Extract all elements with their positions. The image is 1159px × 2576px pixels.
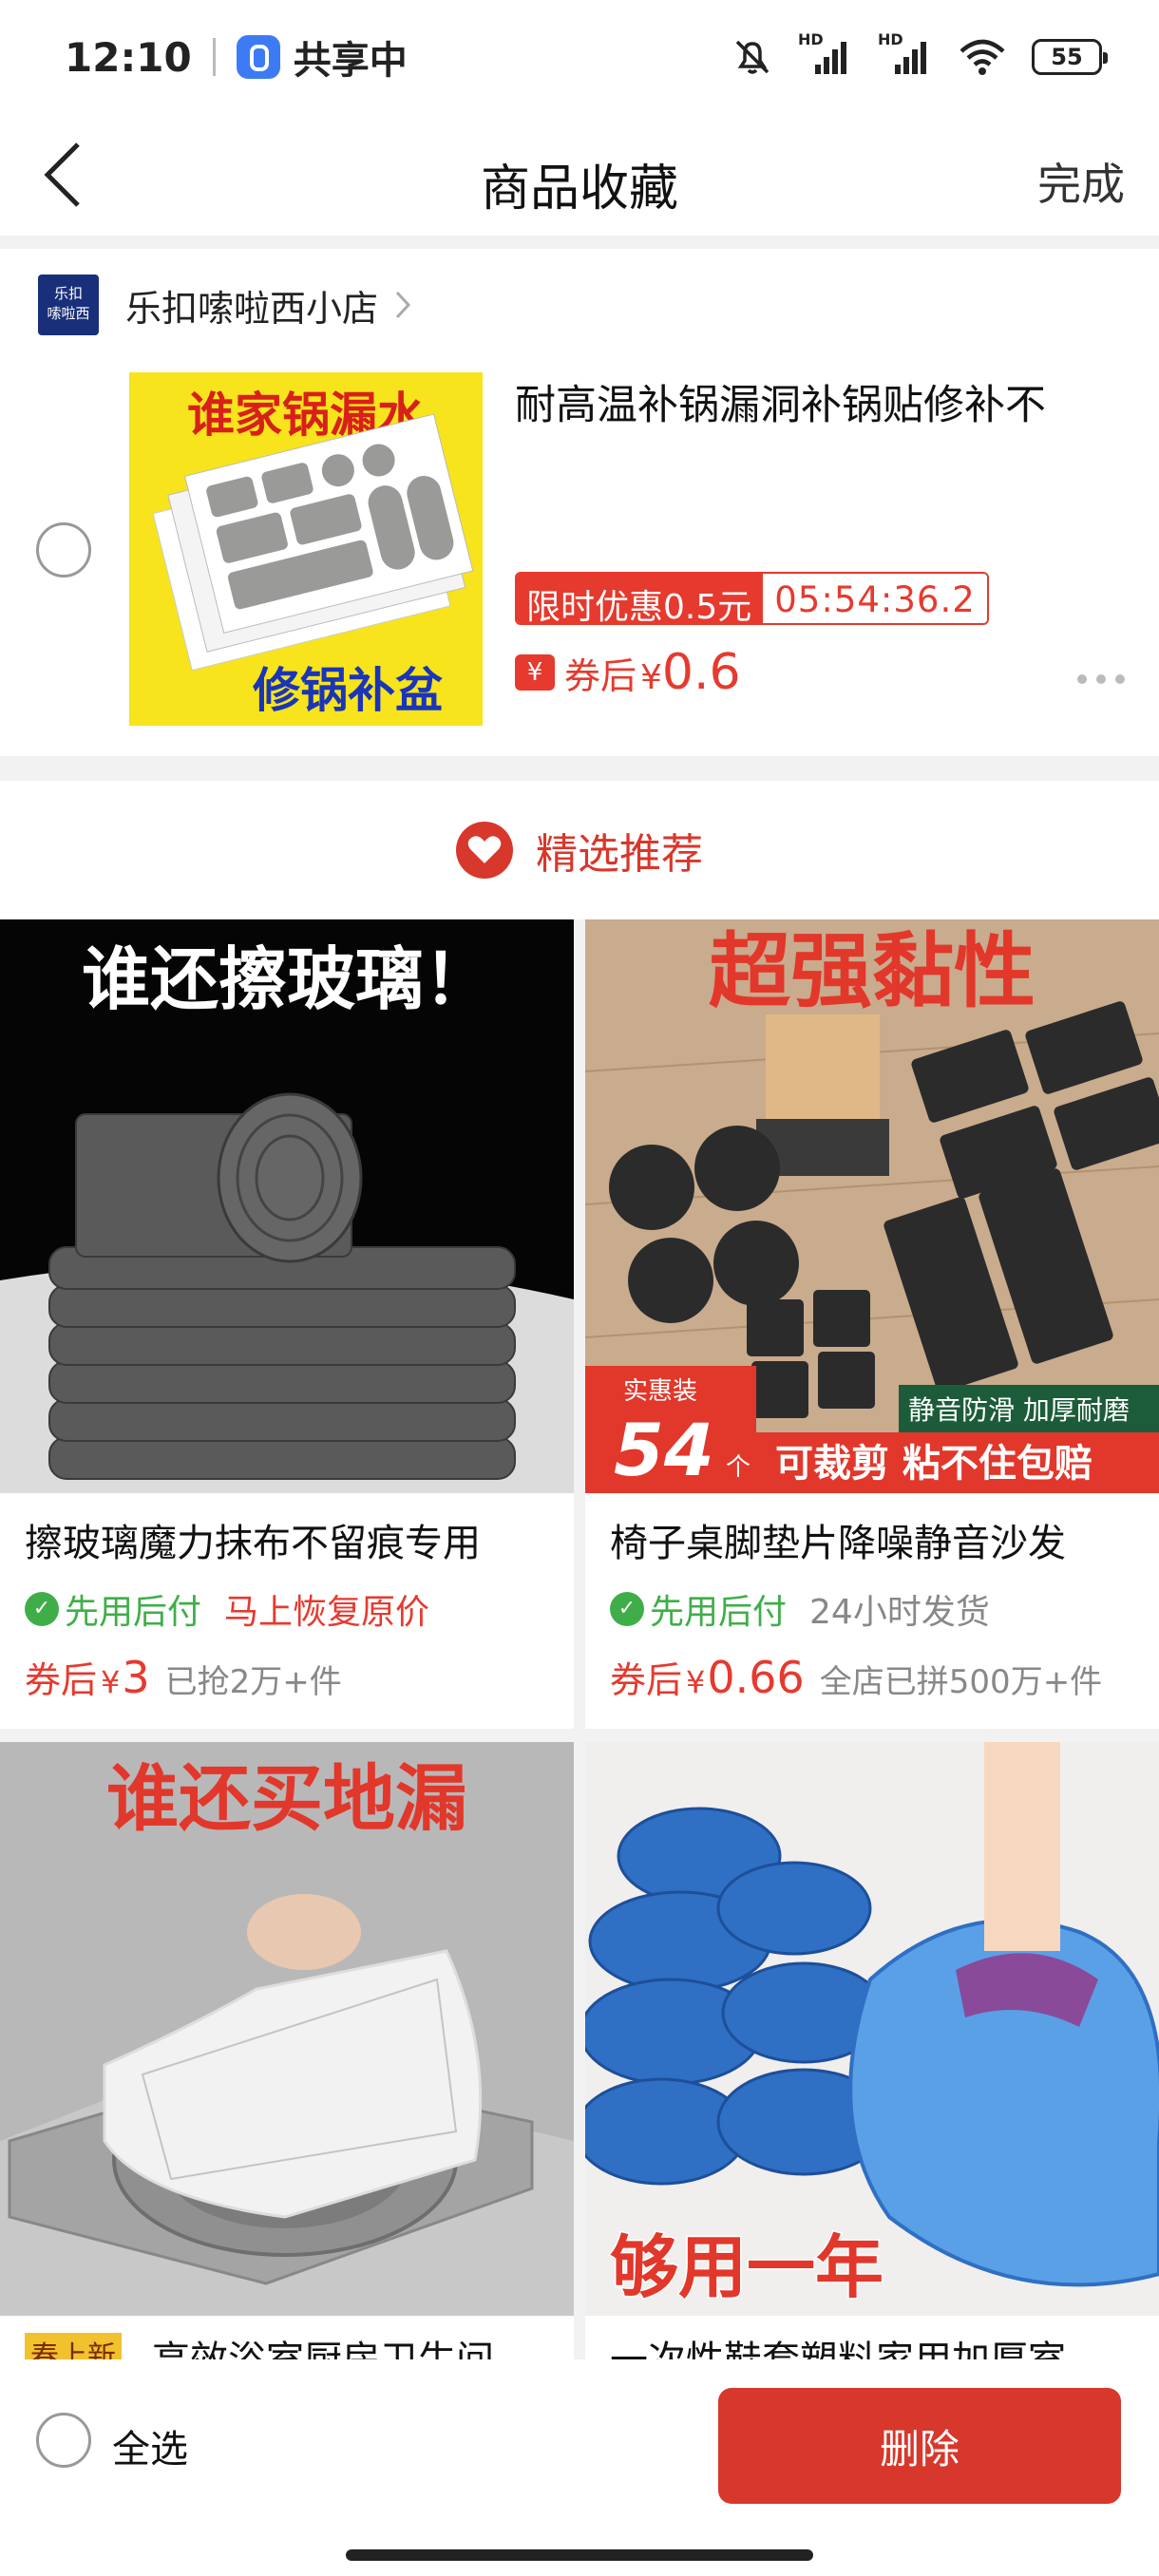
favorite-item-card: 乐扣 嗦啦西 乐扣嗦啦西小店 谁家锅漏水 修锅补盆 耐高温补锅漏洞补锅贴修补不 … [0,249,1159,756]
product-title[interactable]: 耐高温补锅漏洞补锅贴修补不 [515,372,1123,431]
image-strip-text: 可裁剪 粘不住包赔 [775,1442,1092,1486]
bottom-action-bar: 全选 删除 [0,2359,1159,2576]
sales-count: 已抢2万+件 [164,1663,342,1701]
item-select-radio[interactable] [36,522,91,578]
product-card[interactable]: 超强黏性 实惠装 54 个 可裁剪 粘不住包赔 静音防滑 加厚耐磨 椅子桌脚垫片… [585,919,1159,1729]
product-title: 擦玻璃魔力抹布不留痕专用 [25,1522,481,1565]
product-image[interactable]: 够用一年 [585,1742,1159,2316]
image-headline: 超强黏性 [709,924,1036,1019]
image-corner-text: 静音防滑 加厚耐磨 [908,1394,1130,1426]
sales-count: 全店已拼500万+件 [819,1663,1103,1701]
price-value: 0.6 [661,644,741,701]
shop-link[interactable]: 乐扣 嗦啦西 乐扣嗦啦西小店 [38,274,412,336]
thumb-caption: 修锅补盆 [253,663,443,718]
product-title: 高效浴室厨房卫生间 [152,2329,551,2359]
screen-share-icon [236,35,280,79]
signal-icon: HD [878,30,933,78]
product-price: 券后 ¥ 0.66 全店已拼500万+件 [610,1651,1102,1703]
chevron-right-icon [393,289,412,321]
image-badge-unit: 个 [726,1453,750,1482]
image-headline: 谁还擦玻璃！ [82,939,492,1019]
promo-countdown: 05:54:36.2 [763,574,987,623]
currency-symbol: ¥ [101,1664,121,1700]
product-title: 一次性鞋套塑料家用加厚室 [610,2329,1142,2359]
page-title: 商品收藏 [480,161,678,218]
product-card[interactable]: 够用一年 一次性鞋套塑料家用加厚室 [585,1742,1159,2359]
product-title: 椅子桌脚垫片降噪静音沙发 [610,1522,1066,1565]
pay-later-tag: 先用后付 [65,1593,202,1632]
pay-later-tag: 先用后付 [650,1593,788,1632]
coupon-price: ¥ 券后 ¥ 0.6 [515,644,741,701]
nav-bar: 商品收藏 完成 [0,114,1159,236]
product-thumbnail[interactable]: 谁家锅漏水 修锅补盆 [129,372,483,726]
promo-label: 限时优惠0.5元 [517,574,764,623]
product-card[interactable]: 谁还买地漏 春上新 高效浴室厨房卫生间 [0,1742,574,2359]
price-label: 券后 [25,1659,98,1701]
image-badge-top: 实惠装 [623,1377,697,1406]
wifi-icon [958,36,1007,78]
done-button[interactable]: 完成 [1037,150,1125,213]
promo-tag: 马上恢复原价 [224,1593,430,1632]
delete-button[interactable]: 删除 [718,2388,1121,2504]
product-price: 券后 ¥ 3 已抢2万+件 [25,1651,342,1703]
image-badge-number: 54 [614,1408,714,1492]
bell-muted-icon [732,36,773,78]
home-indicator[interactable] [346,2549,813,2561]
signal-icon: HD [798,30,853,78]
price-value: 3 [122,1652,150,1703]
currency-symbol: ¥ [686,1664,706,1700]
product-tags: ✓ 先用后付 马上恢复原价 [25,1584,429,1634]
new-arrival-badge: 春上新 [25,2333,122,2359]
select-all-label[interactable]: 全选 [112,2418,188,2473]
image-headline: 够用一年 [610,2227,884,2307]
shop-name: 乐扣嗦啦西小店 [125,287,379,330]
currency-symbol: ¥ [640,658,662,697]
limited-promo: 限时优惠0.5元 05:54:36.2 [515,572,989,625]
pay-later-icon: ✓ [610,1592,644,1626]
signal-hd-label: HD [798,30,824,48]
coupon-ticket-icon: ¥ [515,654,555,691]
product-image[interactable]: 超强黏性 实惠装 54 个 可裁剪 粘不住包赔 静音防滑 加厚耐磨 [585,919,1159,1493]
favorites-page: 12:10 共享中 HD HD 55 商品收藏 完成 乐扣 嗦啦西 乐扣嗦啦西小… [0,0,1159,2576]
status-bar: 12:10 共享中 HD HD 55 [0,0,1159,114]
recommend-header: 精选推荐 [0,781,1159,919]
signal-hd-label: HD [878,30,903,48]
heart-icon [456,822,513,879]
shop-logo-text: 乐扣 [53,285,83,302]
status-icons: HD HD 55 [732,30,1108,78]
product-image[interactable]: 谁还买地漏 [0,1742,574,2316]
coupon-label: 券后 [564,655,637,697]
product-image[interactable]: 谁还擦玻璃！ [0,919,574,1493]
recommend-title: 精选推荐 [536,830,703,879]
price-value: 0.66 [707,1652,805,1703]
product-card[interactable]: 谁还擦玻璃！ 擦玻璃魔力抹布不留痕专用 ✓ 先用后付 马上恢复原价 券后 ¥ 3… [0,919,574,1729]
pay-later-icon: ✓ [25,1592,59,1626]
product-tags: ✓ 先用后付 24小时发货 [610,1584,990,1634]
shop-logo: 乐扣 嗦啦西 [38,275,99,335]
battery-icon: 55 [1032,39,1108,75]
select-all-radio[interactable] [36,2413,91,2468]
image-headline: 谁还买地漏 [106,1756,467,1841]
more-options-icon[interactable] [1077,674,1125,684]
status-time: 12:10 [65,33,192,81]
price-label: 券后 [610,1659,683,1701]
screen-share-label: 共享中 [293,39,408,83]
shop-logo-text: 嗦啦西 [47,305,90,322]
shipping-tag: 24小时发货 [809,1593,990,1632]
status-separator [212,38,216,76]
